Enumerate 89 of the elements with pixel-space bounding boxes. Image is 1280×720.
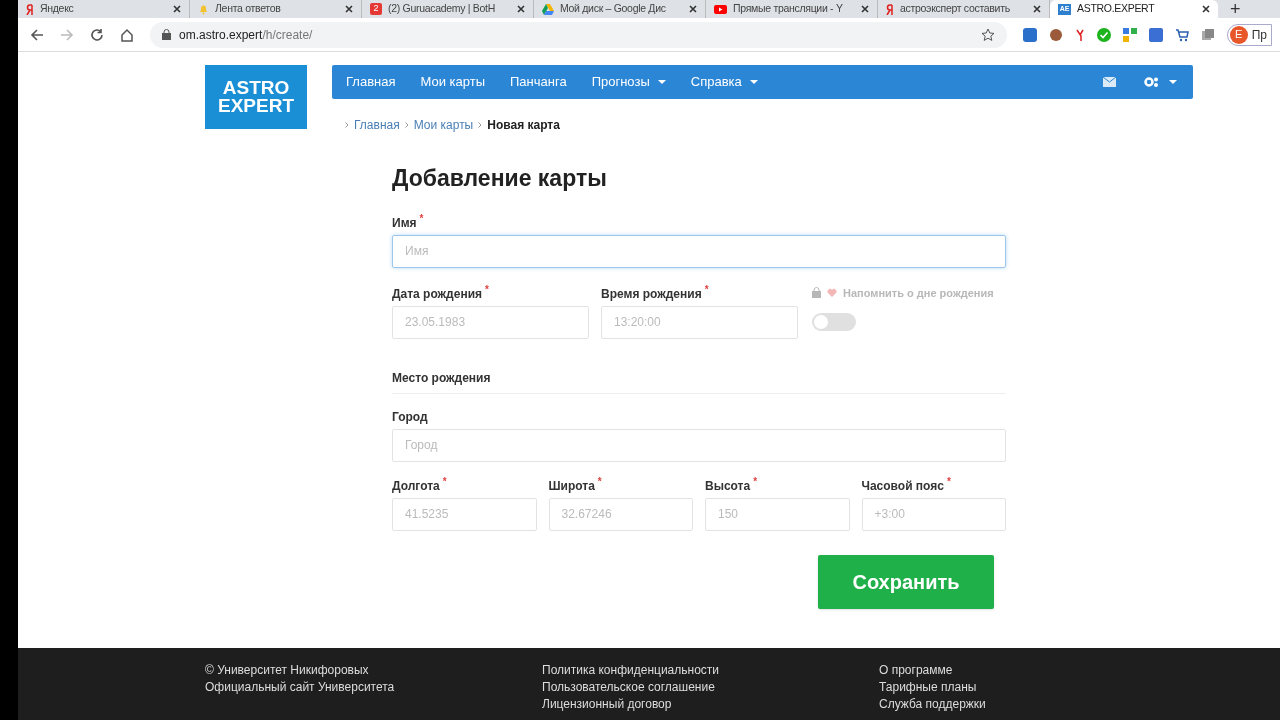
caret-icon[interactable] [657,80,666,84]
extension-icon[interactable] [1148,27,1163,42]
close-icon[interactable] [517,5,525,13]
footer-link[interactable]: Пользовательское соглашение [542,679,879,696]
input-field[interactable]: 150 [705,497,850,531]
input-field[interactable]: 23.05.1983 [392,305,589,339]
address-bar[interactable]: om.astro.expert/h/create/ [150,21,1007,48]
required-mark: * [442,476,447,487]
tab-title: ASTRO.EXPERT [1077,1,1156,17]
letter-icon [886,3,894,15]
extension-icon[interactable] [1048,27,1063,42]
lock-icon [812,287,821,299]
letter-icon [26,3,34,15]
required-mark: * [485,284,489,295]
close-icon[interactable] [689,5,697,13]
section-heading: Место рождения [392,370,491,385]
footer-link[interactable]: Тарифные планы [879,679,986,696]
chevron-icon [478,122,483,128]
required-mark: * [704,284,709,295]
url-text: om.astro.expert/h/create/ [179,26,313,44]
nav-link[interactable]: Мои карты [420,72,485,92]
input-field[interactable]: 32.67246 [548,497,693,531]
settings-icon[interactable] [1144,76,1160,88]
field-label: Широта [548,477,595,495]
required-mark: * [946,476,951,487]
breadcrumb-current: Новая карта [487,117,560,134]
tab-title: Прямые трансляции - Y [733,1,844,17]
logo[interactable]: ASTRO EXPERT [205,65,307,129]
input-field[interactable]: Город [392,428,1006,462]
close-icon[interactable] [173,5,181,13]
check-icon[interactable] [1096,27,1111,42]
chevron-icon [404,122,409,128]
tab-title: Яндекс [40,1,75,17]
nav-link[interactable]: Прогнозы [591,72,650,92]
star-icon[interactable] [980,27,995,42]
footer-link[interactable]: Официальный сайт Университета [205,679,542,696]
nav-link[interactable]: Главная [346,72,396,92]
caret-icon[interactable] [749,80,758,84]
breadcrumb-link[interactable]: Главная [354,116,400,134]
cart-icon[interactable] [1174,27,1189,42]
lock-icon [162,29,171,40]
extension-icon[interactable] [1200,27,1215,42]
field-label: Дата рождения [392,285,483,303]
close-icon[interactable] [861,5,869,13]
input-field[interactable]: 13:20:00 [601,305,798,339]
field-label: Долгота [392,477,440,495]
input-field[interactable]: +3:00 [861,497,1006,531]
extension-icon[interactable] [1122,27,1137,42]
page-title: Добавление карты [392,164,608,193]
footer-link[interactable]: Политика конфиденциальности [542,662,879,679]
notification-badge: 2 [370,3,382,15]
required-mark: * [419,213,424,224]
required-mark: * [753,476,758,487]
footer-link[interactable]: О программе [879,662,986,679]
close-icon[interactable] [1202,5,1210,13]
field-label: Высота [705,477,751,495]
heart-icon [827,288,837,298]
field-label: Имя [392,214,417,232]
footer-link[interactable]: © Университет Никифоровых [205,662,542,679]
new-tab-button[interactable]: + [1230,0,1241,18]
mail-icon[interactable] [1103,77,1116,87]
field-label: Город [392,408,428,426]
play-icon [714,4,727,14]
footer-link[interactable]: Лицензионный договор [542,696,879,713]
footer-link[interactable]: Служба поддержки [879,696,986,713]
nav-link[interactable]: Панчанга [510,72,567,92]
tab-title: (2) Guruacademy | BotH [388,1,496,17]
extension-icon[interactable] [1022,27,1037,42]
reminder-label: Напомнить о дне рождения [843,285,994,301]
home-icon[interactable] [120,27,134,42]
close-icon[interactable] [345,5,353,13]
input-field[interactable]: Имя [392,234,1006,268]
breadcrumb-link[interactable]: Мои карты [413,116,474,134]
tab-title: астроэксперт составить [900,1,1011,17]
input-field[interactable]: 41.5235 [392,497,537,531]
nav-link[interactable]: Справка [690,72,742,92]
reload-icon[interactable] [90,27,104,42]
tab-title: Лента ответов [215,1,282,17]
back-icon[interactable] [30,27,44,42]
tab-title: Мой диск – Google Дис [560,1,667,17]
field-label: Часовой пояс [861,477,944,495]
close-icon[interactable] [1033,5,1041,13]
caret-icon[interactable] [1169,80,1177,84]
bell-icon [198,3,209,15]
chevron-icon [345,122,349,128]
extension-icon[interactable] [1074,27,1085,42]
triangle-icon [542,3,554,15]
field-label: Время рождения [601,285,702,303]
required-mark: * [597,476,602,487]
